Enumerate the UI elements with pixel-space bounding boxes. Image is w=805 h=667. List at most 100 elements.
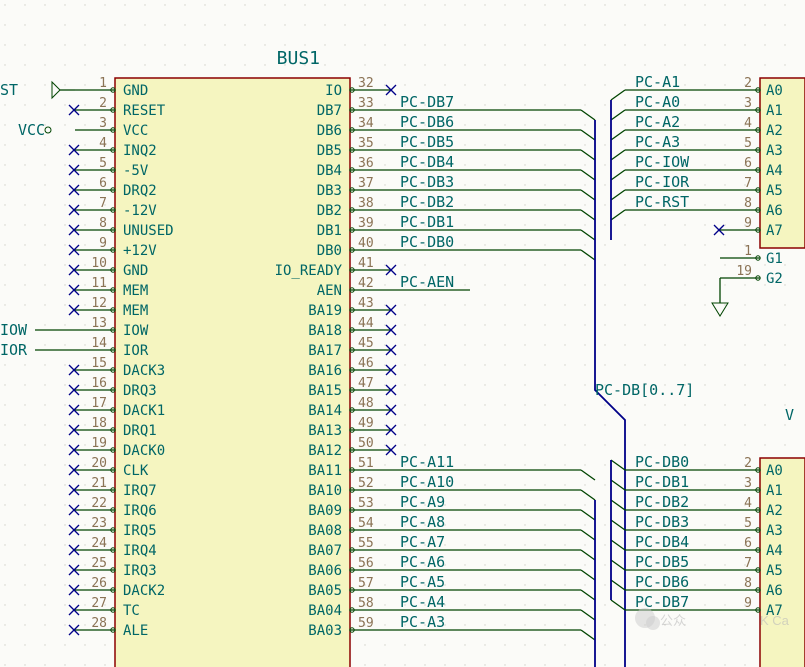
- pin-name: A5: [766, 563, 783, 579]
- pin-num: 42: [358, 276, 374, 291]
- pin-num: 8: [744, 196, 752, 211]
- pin-name: DACK2: [123, 583, 165, 599]
- global-label-st: ST: [0, 81, 18, 99]
- pin-name: A1: [766, 103, 783, 119]
- pin-name: A0: [766, 83, 783, 99]
- pin-name: MEM: [123, 283, 148, 299]
- pin-num: 7: [744, 556, 752, 571]
- pin-name: GND: [123, 83, 148, 99]
- net-label: PC-A10: [400, 473, 454, 491]
- pin-num: 32: [358, 76, 374, 91]
- pin-num: 2: [744, 76, 752, 91]
- pin-name: DB5: [317, 143, 342, 159]
- pin-name: A6: [766, 203, 783, 219]
- pin-num: 19: [91, 436, 107, 451]
- pin-name: A3: [766, 523, 783, 539]
- pin-num: 11: [91, 276, 107, 291]
- net-label: PC-DB2: [635, 493, 689, 511]
- pin-num: 18: [91, 416, 107, 431]
- net-label: PC-IOR: [635, 173, 690, 191]
- pin-name: BA09: [308, 503, 342, 519]
- pin-num: 34: [358, 116, 374, 131]
- pin-name: BA16: [308, 363, 342, 379]
- clipped-label: V: [785, 406, 794, 424]
- net-label: PC-A4: [400, 593, 445, 611]
- net-label: PC-A5: [400, 573, 445, 591]
- pin-name: DB6: [317, 123, 342, 139]
- pin-num: 27: [91, 596, 107, 611]
- pin-num: 55: [358, 536, 374, 551]
- watermark-text: K Ca: [760, 613, 790, 628]
- pin-name: RESET: [123, 103, 166, 119]
- pin-name: BA12: [308, 443, 342, 459]
- pin-num: 45: [358, 336, 374, 351]
- schematic-canvas[interactable]: BUS1GND1RESET2VCC3INQ24-5V5DRQ26-12V7UNU…: [0, 0, 805, 667]
- net-label: PC-A1: [635, 73, 680, 91]
- net-label: PC-DB2: [400, 193, 454, 211]
- pin-num: 39: [358, 216, 374, 231]
- pin-name: DB1: [317, 223, 342, 239]
- pin-num: 6: [99, 176, 107, 191]
- pin-num: 47: [358, 376, 374, 391]
- pin-name: IOR: [123, 343, 149, 359]
- net-label: PC-IOW: [635, 153, 690, 171]
- pin-num: 58: [358, 596, 374, 611]
- pin-name: IRQ6: [123, 503, 157, 519]
- pin-name: BA19: [308, 303, 342, 319]
- net-label: PC-DB3: [635, 513, 689, 531]
- pin-name: A0: [766, 463, 783, 479]
- global-label-ior: IOR: [0, 341, 28, 359]
- pin-name: IOW: [123, 323, 149, 339]
- pin-name: G2: [766, 271, 783, 287]
- net-label: PC-DB6: [400, 113, 454, 131]
- pin-num: 53: [358, 496, 374, 511]
- pin-name: A4: [766, 163, 783, 179]
- global-label-vcc: VCC: [18, 121, 45, 139]
- pin-name: DRQ2: [123, 183, 157, 199]
- pin-num: 9: [744, 216, 752, 231]
- pin-num: 9: [99, 236, 107, 251]
- pin-num: 7: [99, 196, 107, 211]
- pin-num: 12: [91, 296, 107, 311]
- pin-num: 4: [744, 496, 752, 511]
- pin-num: 19: [736, 264, 752, 279]
- chip-ref-bus1: BUS1: [277, 48, 320, 69]
- pin-num: 41: [358, 256, 374, 271]
- watermark-text: 公众: [660, 613, 686, 628]
- pin-num: 3: [99, 116, 107, 131]
- net-label: PC-DB1: [635, 473, 689, 491]
- net-label: PC-A6: [400, 553, 445, 571]
- pin-num: 36: [358, 156, 374, 171]
- pin-num: 10: [91, 256, 107, 271]
- pin-name: UNUSED: [123, 223, 174, 239]
- pin-name: A2: [766, 123, 783, 139]
- pin-num: 33: [358, 96, 374, 111]
- net-label: PC-A3: [635, 133, 680, 151]
- pin-name: TC: [123, 603, 140, 619]
- pin-name: CLK: [123, 463, 149, 479]
- pin-name: GND: [123, 263, 148, 279]
- pin-name: DACK0: [123, 443, 165, 459]
- pin-name: A7: [766, 223, 783, 239]
- pin-name: IRQ4: [123, 543, 157, 559]
- pin-num: 40: [358, 236, 374, 251]
- pin-name: BA08: [308, 523, 342, 539]
- pin-name: BA15: [308, 383, 342, 399]
- pin-name: A6: [766, 583, 783, 599]
- net-label: PC-A2: [635, 113, 680, 131]
- pin-name: IO_READY: [275, 263, 343, 279]
- pin-name: IRQ7: [123, 483, 157, 499]
- pin-num: 38: [358, 196, 374, 211]
- pin-num: 25: [91, 556, 107, 571]
- pin-num: 4: [744, 116, 752, 131]
- pin-num: 3: [744, 96, 752, 111]
- pin-name: DB0: [317, 243, 342, 259]
- net-label: PC-A8: [400, 513, 445, 531]
- pin-name: A4: [766, 543, 783, 559]
- pin-num: 59: [358, 616, 374, 631]
- net-label: PC-DB3: [400, 173, 454, 191]
- pin-num: 13: [91, 316, 107, 331]
- pin-num: 9: [744, 596, 752, 611]
- pin-name: BA17: [308, 343, 342, 359]
- pin-name: BA11: [308, 463, 342, 479]
